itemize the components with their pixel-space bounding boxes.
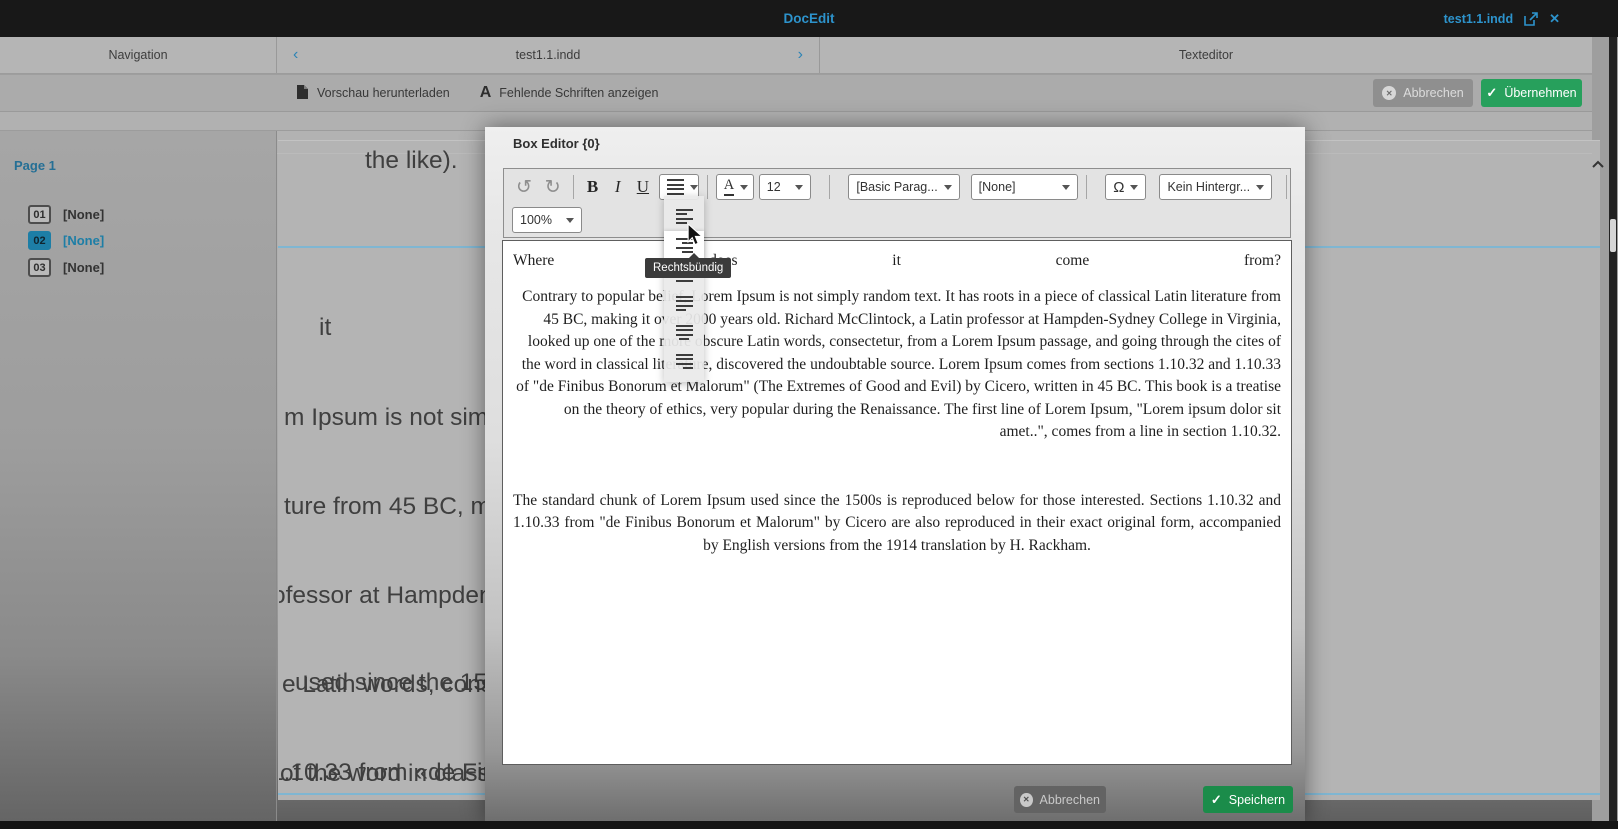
box-editor-dialog: Box Editor {0} ↺ ↻ B I U A 12 [Basic Par… — [485, 127, 1305, 822]
missing-fonts-button[interactable]: A Fehlende Schriften anzeigen — [480, 84, 659, 102]
cancel-button[interactable]: ✕ Abbrechen — [1373, 79, 1473, 107]
background-dropdown[interactable]: Kein Hintergr... — [1159, 174, 1273, 200]
action-bar: Vorschau herunterladen A Fehlende Schrif… — [0, 75, 1592, 112]
undo-icon[interactable]: ↺ — [512, 176, 536, 198]
close-icon[interactable]: ✕ — [1549, 11, 1560, 27]
omega-icon: Ω — [1113, 178, 1125, 196]
align-left-icon — [675, 208, 693, 225]
zoom-dropdown[interactable]: 100% — [512, 207, 582, 233]
pdf-file-icon — [296, 84, 309, 103]
divider — [1286, 175, 1288, 199]
editor-paragraph-1: Contrary to popular belief, Lorem Ipsum … — [516, 288, 1281, 441]
chevron-down-icon — [689, 185, 698, 194]
align-left-option[interactable] — [664, 202, 704, 231]
chevron-down-icon — [795, 185, 804, 194]
paragraph-style-dropdown[interactable]: [Basic Parag... — [848, 174, 960, 200]
sidebar-item-frame-01[interactable]: 01 [None] — [28, 205, 104, 224]
justify-icon — [666, 179, 684, 195]
chevron-down-icon — [1130, 185, 1139, 194]
app-title: DocEdit — [783, 11, 835, 26]
editor-heading: Where does it come from? — [513, 252, 1281, 269]
check-icon: ✓ — [1210, 791, 1222, 807]
redo-icon[interactable]: ↻ — [541, 176, 565, 198]
justify-right-option[interactable] — [664, 347, 704, 376]
justify-left-icon — [675, 295, 693, 312]
cancel-x-icon: ✕ — [1020, 792, 1033, 807]
underline-button[interactable]: U — [632, 177, 654, 197]
chevron-down-icon — [1062, 185, 1071, 194]
scrollbar-track[interactable] — [1609, 37, 1617, 829]
apply-button[interactable]: ✓ Übernehmen — [1481, 79, 1582, 107]
align-right-icon — [675, 237, 693, 254]
panel-navigation-title: Navigation — [0, 37, 277, 73]
document-text-line: the like). — [365, 147, 458, 174]
dialog-save-button[interactable]: ✓ Speichern — [1203, 786, 1293, 813]
bottom-strip — [0, 821, 1618, 829]
dialog-title: Box Editor {0} — [513, 136, 600, 151]
sidebar-item-frame-03[interactable]: 03 [None] — [28, 258, 104, 277]
chevron-down-icon — [566, 218, 574, 227]
panel-texteditor-title: Texteditor — [1178, 48, 1234, 62]
divider — [572, 175, 574, 199]
special-character-dropdown[interactable]: Ω — [1105, 174, 1147, 200]
chevron-up-icon[interactable] — [1592, 160, 1604, 168]
justify-center-icon — [675, 324, 693, 341]
document-text-block-2: used since the 1500 1.10.33 from «de Fin… — [279, 669, 516, 786]
prev-page-icon[interactable]: ‹ — [285, 37, 306, 73]
divider — [829, 175, 831, 199]
cancel-x-icon: ✕ — [1382, 86, 1397, 100]
divider — [1086, 175, 1088, 199]
file-name: test1.1.indd — [1443, 11, 1514, 26]
tooltip: Rechtsbündig — [645, 253, 732, 278]
editor-toolbar: ↺ ↻ B I U A 12 [Basic Parag... [None] Ω … — [503, 168, 1291, 238]
editor-paragraph-2: The standard chunk of Lorem Ipsum used s… — [513, 491, 1281, 554]
page-group-header[interactable]: Page 1 — [14, 158, 56, 173]
download-preview-button[interactable]: Vorschau herunterladen — [296, 84, 450, 103]
chevron-down-icon — [943, 185, 952, 194]
document-title: test1.1.indd — [515, 48, 581, 62]
font-color-icon: A — [723, 178, 735, 196]
chevron-down-icon — [1256, 185, 1265, 194]
character-style-dropdown[interactable]: [None] — [970, 174, 1079, 200]
bold-button[interactable]: B — [582, 177, 604, 197]
dialog-cancel-button[interactable]: ✕ Abbrechen — [1014, 786, 1106, 813]
text-editor-surface[interactable]: Where does it come from? Contrary to pop… — [502, 240, 1292, 765]
app-window: DocEdit test1.1.indd ✕ Navigation ‹ test… — [0, 0, 1618, 829]
panel-document-title: ‹ test1.1.indd › — [277, 37, 820, 73]
chevron-down-icon — [740, 185, 749, 194]
justify-right-icon — [675, 353, 693, 370]
check-icon: ✓ — [1486, 85, 1498, 100]
justify-left-option[interactable] — [664, 289, 704, 318]
font-a-icon: A — [479, 84, 492, 101]
justify-center-option[interactable] — [664, 318, 704, 347]
font-color-dropdown[interactable]: A — [715, 174, 754, 200]
italic-button[interactable]: I — [609, 177, 627, 197]
next-page-icon[interactable]: › — [790, 37, 811, 73]
sidebar-item-frame-02[interactable]: 02 [None] — [28, 231, 104, 250]
panel-header-bar: Navigation ‹ test1.1.indd › Texteditor — [0, 37, 1592, 74]
alignment-menu — [664, 196, 704, 382]
divider — [706, 175, 708, 199]
share-icon[interactable] — [1524, 11, 1538, 26]
dialog-footer: ✕ Abbrechen ✓ Speichern — [485, 773, 1305, 813]
scrollbar-thumb[interactable] — [1610, 219, 1616, 252]
font-size-dropdown[interactable]: 12 — [758, 174, 812, 200]
top-bar: DocEdit test1.1.indd ✕ — [0, 0, 1618, 37]
